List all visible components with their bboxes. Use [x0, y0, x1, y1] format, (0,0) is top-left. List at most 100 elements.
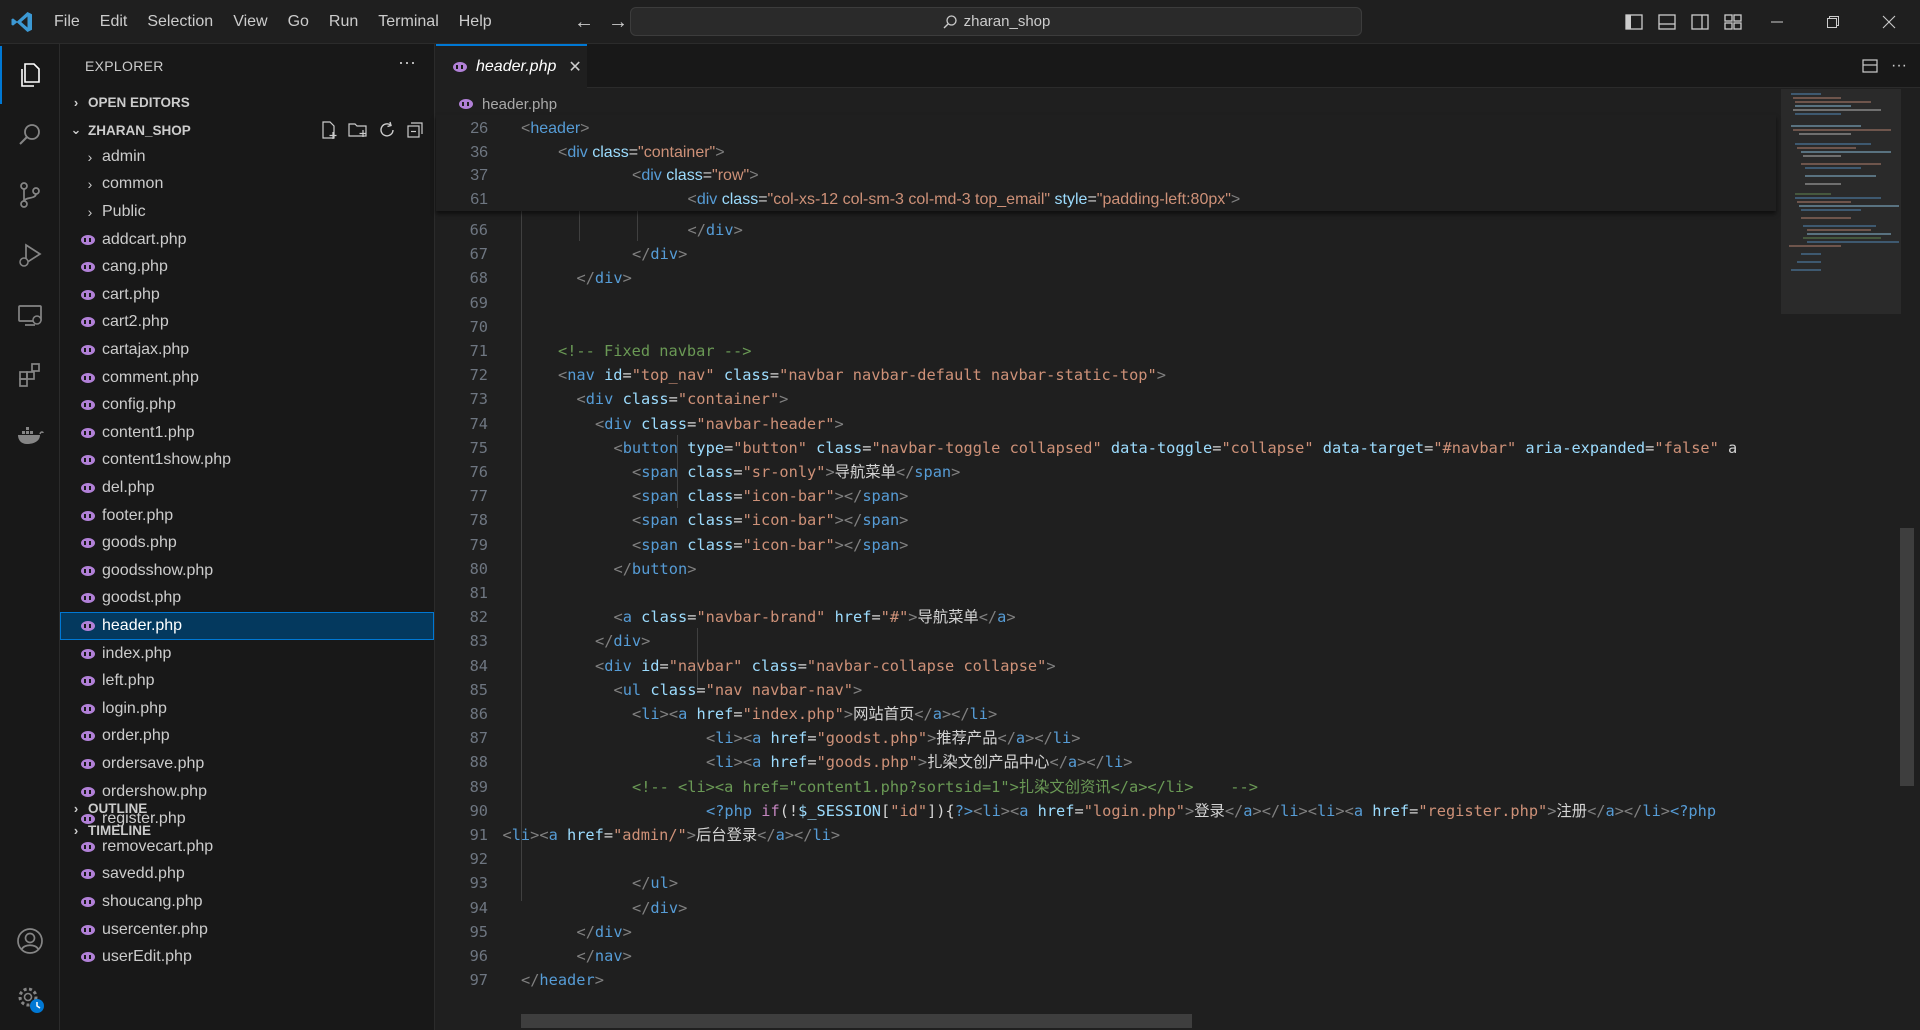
menu-file[interactable]: File [44, 7, 90, 37]
code-token: > [678, 245, 688, 264]
explorer-icon[interactable] [0, 46, 60, 104]
run-debug-icon[interactable] [0, 226, 60, 284]
back-arrow-icon[interactable]: ← [572, 10, 596, 34]
code-token: div [650, 898, 679, 917]
code-token: < [595, 414, 605, 433]
forward-arrow-icon[interactable]: → [606, 10, 630, 34]
file-item[interactable]: goods.php [60, 529, 434, 557]
file-item[interactable]: login.php [60, 695, 434, 723]
refresh-icon[interactable] [376, 119, 398, 141]
tab-header-php[interactable]: header.php ✕ [436, 44, 587, 88]
open-editors-section[interactable]: › OPEN EDITORS [60, 89, 434, 115]
code-token: >< [1335, 801, 1354, 820]
menu-terminal[interactable]: Terminal [368, 7, 448, 37]
file-item[interactable]: shoucang.php [60, 888, 434, 916]
sticky-scroll-header[interactable]: 26 <header> 36 <div class="container"> 37 <di… [436, 115, 1776, 211]
code-token: nav [594, 947, 623, 965]
tree-item-label: goodst.php [102, 589, 182, 607]
file-item[interactable]: cart.php [60, 281, 434, 309]
file-item[interactable]: index.php [60, 640, 434, 668]
file-item[interactable]: usercenter.php [60, 916, 434, 944]
menu-edit[interactable]: Edit [90, 7, 138, 37]
timeline-section[interactable]: › TIMELINE [60, 817, 434, 843]
file-item[interactable]: content1.php [60, 419, 434, 447]
close-window-button[interactable] [1861, 0, 1917, 44]
breadcrumb[interactable]: header.php [458, 92, 557, 116]
restore-window-button[interactable] [1805, 0, 1861, 44]
new-folder-icon[interactable] [346, 119, 370, 141]
code-editor[interactable]: 66 </div> 67 </div> 68 </div> 69 70 71 <!-- Fixed… [436, 115, 1776, 1015]
new-file-icon[interactable] [318, 119, 340, 141]
project-section[interactable]: ⌄ ZHARAN_SHOP [60, 117, 434, 143]
folder-public[interactable]: › Public [60, 198, 434, 226]
tab-close-icon[interactable]: ✕ [568, 57, 581, 77]
minimap[interactable] [1781, 89, 1901, 1029]
code-token: = [807, 729, 817, 748]
php-file-icon [80, 702, 98, 716]
chevron-right-icon: › [73, 94, 79, 110]
code-text: <span class="icon-bar"></span> [632, 508, 908, 532]
split-editor-icon[interactable] [1858, 54, 1882, 78]
file-item[interactable]: addcart.php [60, 226, 434, 254]
code-token: div [604, 656, 632, 675]
code-token: = [733, 705, 743, 723]
toggle-secondary-sidebar-icon[interactable] [1689, 11, 1711, 33]
line-number: 87 [469, 729, 488, 748]
code-token: </ [895, 463, 915, 481]
extensions-icon[interactable] [0, 346, 60, 404]
menu-help[interactable]: Help [449, 7, 502, 37]
code-token: < [595, 656, 605, 675]
customize-layout-icon[interactable] [1722, 11, 1744, 33]
menu-go[interactable]: Go [278, 7, 319, 37]
menu-selection[interactable]: Selection [137, 7, 223, 37]
code-token: < [521, 120, 531, 137]
editor-more-actions-icon[interactable]: ··· [1887, 54, 1911, 78]
collapse-all-icon[interactable] [404, 119, 426, 141]
php-file-icon [80, 315, 98, 329]
search-icon[interactable] [0, 106, 60, 164]
source-control-icon[interactable] [0, 166, 60, 224]
menu-run[interactable]: Run [319, 7, 368, 37]
folder-admin[interactable]: › admin [60, 143, 434, 171]
file-item[interactable]: goodsshow.php [60, 557, 434, 585]
file-item[interactable]: ordersave.php [60, 750, 434, 778]
command-center-search[interactable]: zharan_shop [630, 7, 1362, 36]
file-item[interactable]: cang.php [60, 253, 434, 281]
file-item[interactable]: comment.php [60, 364, 434, 392]
file-item[interactable]: content1show.php [60, 447, 434, 475]
docker-icon[interactable] [0, 406, 60, 464]
remote-explorer-icon[interactable] [0, 286, 60, 344]
file-item[interactable]: config.php [60, 391, 434, 419]
code-token: class [721, 190, 759, 208]
code-token: li [1104, 753, 1124, 772]
menu-view[interactable]: View [223, 7, 277, 37]
file-item[interactable]: order.php [60, 723, 434, 751]
code-token: 登录 [1194, 801, 1225, 820]
manage-gear-icon[interactable] [0, 970, 60, 1028]
file-item[interactable]: header.php [60, 612, 434, 640]
file-item[interactable]: savedd.php [60, 861, 434, 889]
toggle-primary-sidebar-icon[interactable] [1623, 11, 1645, 33]
vertical-scrollbar[interactable] [1900, 528, 1914, 786]
file-item[interactable]: left.php [60, 667, 434, 695]
file-item[interactable]: userEdit.php [60, 943, 434, 971]
file-item[interactable]: footer.php [60, 502, 434, 530]
file-item[interactable]: cart2.php [60, 309, 434, 337]
toggle-panel-icon[interactable] [1656, 11, 1678, 33]
more-actions-icon[interactable]: ··· [398, 52, 416, 73]
code-token: a [1605, 801, 1615, 820]
file-item[interactable]: goodst.php [60, 585, 434, 613]
code-token: >< [1000, 801, 1020, 820]
code-token: ></ [941, 705, 970, 723]
horizontal-scrollbar[interactable] [521, 1014, 1192, 1028]
folder-common[interactable]: › common [60, 171, 434, 199]
file-item[interactable]: cartajax.php [60, 336, 434, 364]
file-item[interactable]: del.php [60, 474, 434, 502]
line-number: 93 [469, 874, 488, 893]
minimap-viewport[interactable] [1781, 89, 1901, 314]
code-text: <div id="navbar" class="navbar-collapse … [595, 654, 1056, 678]
code-token: div [650, 245, 679, 264]
minimize-window-button[interactable] [1749, 0, 1805, 44]
accounts-icon[interactable] [0, 912, 60, 970]
